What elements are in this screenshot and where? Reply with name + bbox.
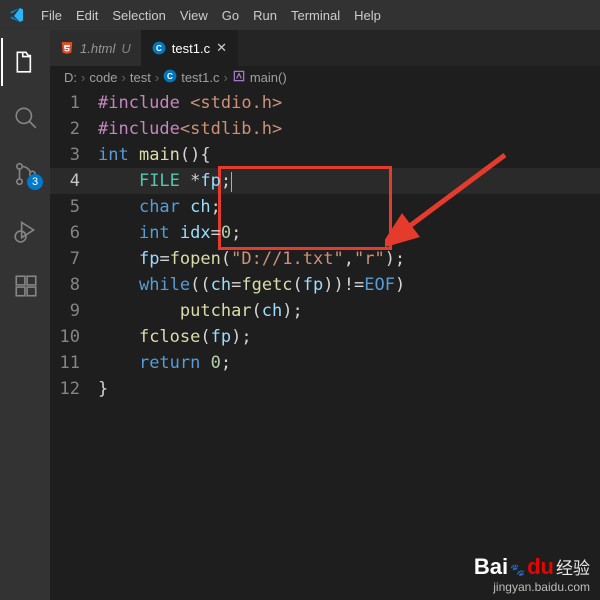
explorer-icon[interactable] xyxy=(1,38,49,86)
line-number: 3 xyxy=(50,142,98,168)
code-line[interactable]: 8 while((ch=fgetc(fp))!=EOF) xyxy=(50,272,600,298)
code-editor[interactable]: 1#include <stdio.h>2#include<stdlib.h>3i… xyxy=(50,88,600,600)
activity-bar: 3 xyxy=(0,30,50,600)
svg-text:C: C xyxy=(167,71,173,80)
chevron-right-icon: › xyxy=(155,70,159,85)
breadcrumb-part[interactable]: test xyxy=(130,70,151,85)
code-line[interactable]: 6 int idx=0; xyxy=(50,220,600,246)
breadcrumb[interactable]: D: › code › test › Ctest1.c › main() xyxy=(50,66,600,88)
extensions-icon[interactable] xyxy=(1,262,49,310)
code-line[interactable]: 12} xyxy=(50,376,600,402)
title-bar: File Edit Selection View Go Run Terminal Help xyxy=(0,0,600,30)
editor-group: 1.html U C test1.c ✕ D: › code › test › Cte… xyxy=(50,30,600,600)
code-line[interactable]: 7 fp=fopen("D://1.txt","r"); xyxy=(50,246,600,272)
code-line[interactable]: 2#include<stdlib.h> xyxy=(50,116,600,142)
vscode-logo-icon xyxy=(8,7,24,23)
menu-terminal[interactable]: Terminal xyxy=(291,8,340,23)
code-line[interactable]: 10 fclose(fp); xyxy=(50,324,600,350)
chevron-right-icon: › xyxy=(224,70,228,85)
line-number: 7 xyxy=(50,246,98,272)
menu-go[interactable]: Go xyxy=(222,8,239,23)
line-number: 2 xyxy=(50,116,98,142)
line-number: 8 xyxy=(50,272,98,298)
chevron-right-icon: › xyxy=(81,70,85,85)
breadcrumb-part[interactable]: D: xyxy=(64,70,77,85)
menu-selection[interactable]: Selection xyxy=(112,8,165,23)
code-line[interactable]: 1#include <stdio.h> xyxy=(50,90,600,116)
line-number: 12 xyxy=(50,376,98,402)
debug-icon[interactable] xyxy=(1,206,49,254)
editor-tabs: 1.html U C test1.c ✕ xyxy=(50,30,600,66)
source-control-icon[interactable]: 3 xyxy=(1,150,49,198)
watermark: Bai🐾du经验 jingyan.baidu.com xyxy=(474,554,590,594)
code-line[interactable]: 9 putchar(ch); xyxy=(50,298,600,324)
chevron-right-icon: › xyxy=(122,70,126,85)
tab-label: 1.html xyxy=(80,41,115,56)
tab-1.html[interactable]: 1.html U xyxy=(50,30,142,66)
code-line[interactable]: 4 FILE *fp; xyxy=(50,168,600,194)
line-number: 10 xyxy=(50,324,98,350)
tab-label: test1.c xyxy=(172,41,210,56)
code-line[interactable]: 3int main(){ xyxy=(50,142,600,168)
menu-file[interactable]: File xyxy=(41,8,62,23)
breadcrumb-part[interactable]: code xyxy=(89,70,117,85)
code-line[interactable]: 5 char ch; xyxy=(50,194,600,220)
menu-run[interactable]: Run xyxy=(253,8,277,23)
breadcrumb-icon: C xyxy=(163,69,177,86)
line-number: 5 xyxy=(50,194,98,220)
tab-modified-indicator: U xyxy=(121,41,130,56)
menu-view[interactable]: View xyxy=(180,8,208,23)
menu-edit[interactable]: Edit xyxy=(76,8,98,23)
search-icon[interactable] xyxy=(1,94,49,142)
code-line[interactable]: 11 return 0; xyxy=(50,350,600,376)
line-number: 6 xyxy=(50,220,98,246)
close-icon[interactable]: ✕ xyxy=(216,40,227,56)
menu-bar: File Edit Selection View Go Run Terminal Help xyxy=(34,8,388,23)
line-number: 11 xyxy=(50,350,98,376)
scm-badge: 3 xyxy=(27,174,43,190)
svg-text:C: C xyxy=(156,44,162,53)
line-number: 9 xyxy=(50,298,98,324)
tab-test1.c[interactable]: C test1.c ✕ xyxy=(142,30,238,66)
menu-help[interactable]: Help xyxy=(354,8,381,23)
line-number: 4 xyxy=(50,168,98,194)
breadcrumb-part[interactable]: main() xyxy=(250,70,287,85)
breadcrumb-part[interactable]: test1.c xyxy=(181,70,219,85)
line-number: 1 xyxy=(50,90,98,116)
breadcrumb-icon xyxy=(232,69,246,86)
